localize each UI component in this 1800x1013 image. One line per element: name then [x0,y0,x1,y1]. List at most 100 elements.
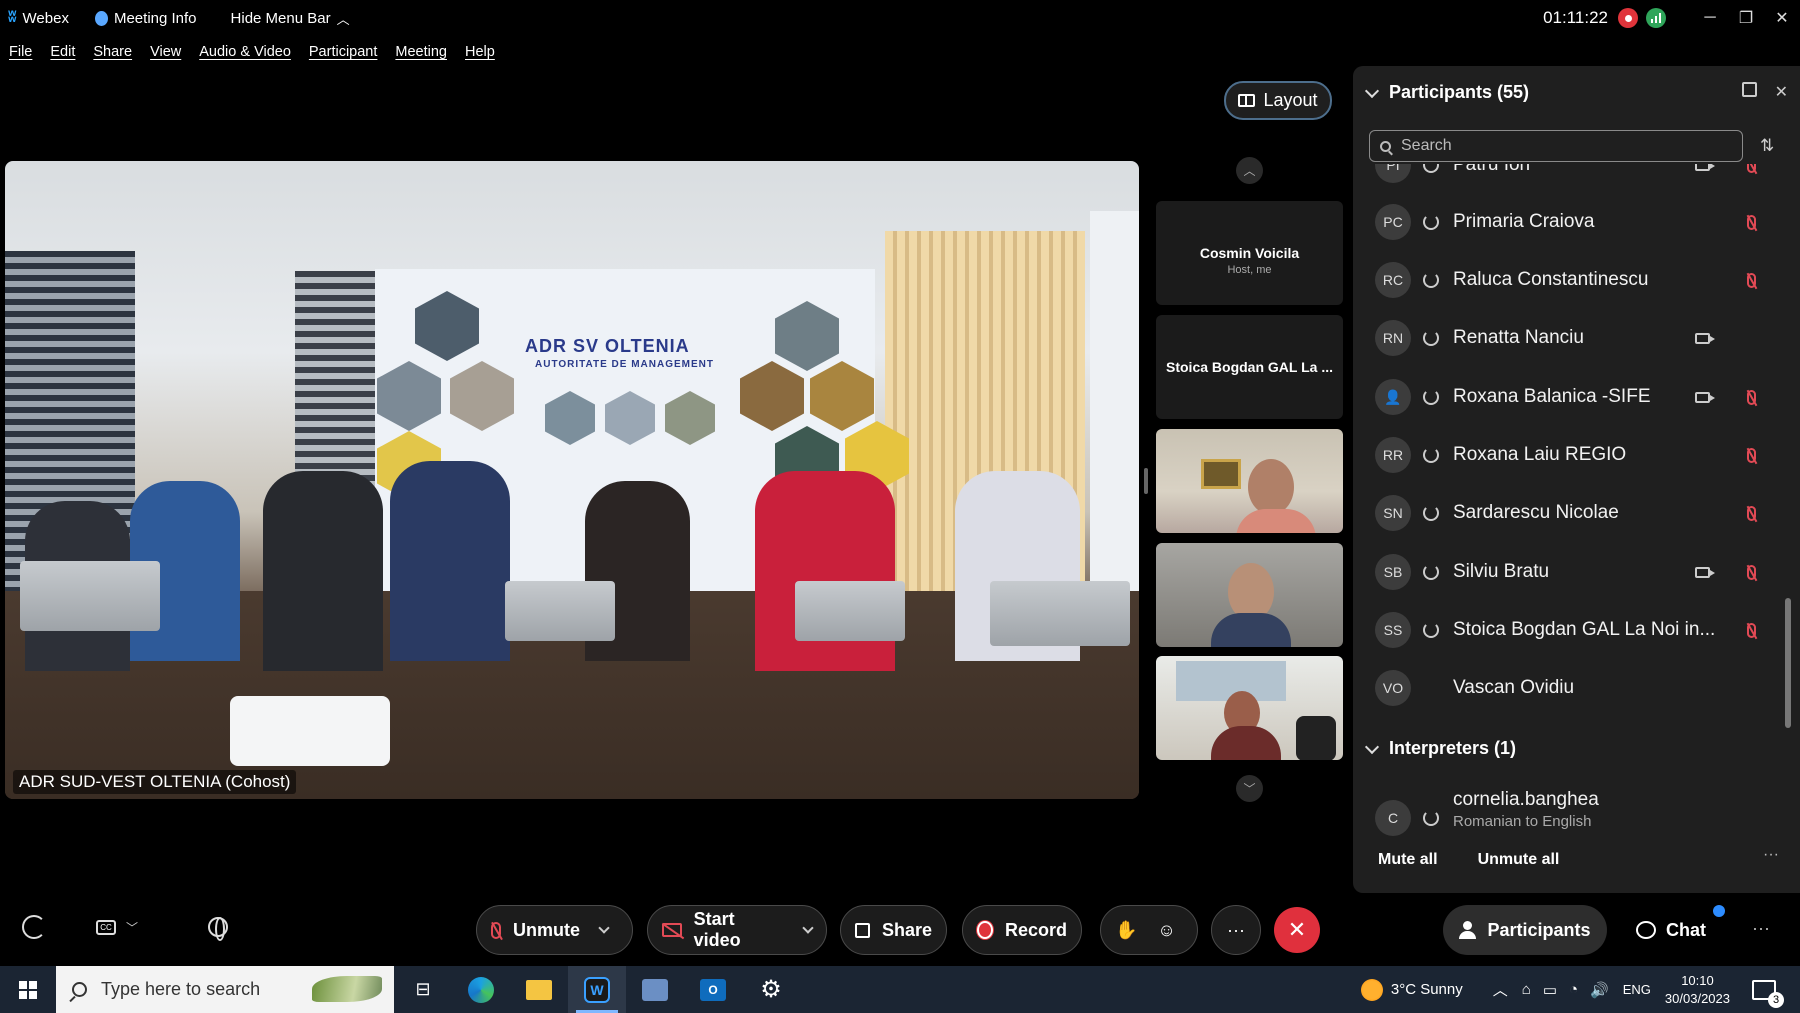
task-view-icon[interactable]: ⊟ [394,966,452,1013]
main-video-stage[interactable]: ADR SV OLTENIA AUTORITATE DE MANAGEMENT … [5,161,1139,799]
menu-participant[interactable]: Participant [309,44,378,60]
weather-text[interactable]: 3°C Sunny [1391,981,1463,998]
thumbnail-stoica-bogdan[interactable]: Stoica Bogdan GAL La ... [1156,315,1343,419]
layout-button[interactable]: Layout [1224,81,1332,120]
more-controls-icon[interactable]: ··· [1211,905,1261,955]
projector [230,696,390,766]
menu-meeting[interactable]: Meeting [395,44,447,60]
mute-all-button[interactable]: Mute all [1378,851,1438,869]
clock-date: 30/03/2023 [1664,990,1730,1006]
clock-time: 10:10 [1681,972,1714,988]
participant-row[interactable]: SS Stoica Bogdan GAL La Noi in... [1353,601,1793,659]
battery-icon[interactable]: ▭ [1543,981,1557,999]
video-camera-icon [1695,164,1715,171]
participant-row[interactable]: 👤 Roxana Balanica -SIFE [1353,368,1793,426]
participant-row[interactable]: PC Primaria Craiova [1353,193,1793,251]
participant-search-input[interactable]: Search [1369,130,1743,162]
show-hidden-icons-icon[interactable]: ︿ [1493,979,1508,1000]
participants-button[interactable]: Participants [1443,905,1607,955]
attendee [390,461,510,661]
participant-name: Patru Ion [1453,164,1531,175]
participant-row[interactable]: RR Roxana Laiu REGIO [1353,426,1793,484]
menu-file[interactable]: File [9,44,32,60]
edge-browser-icon[interactable] [452,966,510,1013]
participant-name: Vascan Ovidiu [1453,677,1575,698]
unmute-button[interactable]: Unmute [476,905,633,955]
participant-row[interactable]: VO Vascan Ovidiu [1353,659,1793,717]
participant-row[interactable]: SB Silviu Bratu [1353,543,1793,601]
closed-captions-icon[interactable]: CC [96,919,116,935]
close-panel-icon[interactable]: ✕ [1775,82,1788,102]
menu-help[interactable]: Help [465,44,495,60]
start-video-button[interactable]: Start video [647,905,827,955]
sort-icon[interactable]: ⇅ [1760,136,1774,156]
raise-hand-icon[interactable]: ✋ [1115,920,1137,941]
menu-audio-video[interactable]: Audio & Video [199,44,291,60]
microphone-muted-icon[interactable] [1747,505,1756,521]
panel-scrollbar[interactable] [1785,178,1791,743]
share-button[interactable]: Share [840,905,947,955]
minimize-icon[interactable]: ─ [1692,0,1728,36]
chevron-down-icon[interactable]: ﹀ [126,919,138,936]
participant-row[interactable]: PI Patru Ion [1353,164,1793,194]
notification-center-icon[interactable]: 3 [1752,979,1784,1008]
more-options-icon[interactable]: ··· [1763,846,1779,864]
apps-icon[interactable] [22,915,46,939]
thumbnail-cosmin-voicila[interactable]: Cosmin Voicila Host, me [1156,201,1343,305]
taskbar-clock[interactable]: 10:10 30/03/2023 [1665,972,1730,1008]
chevron-down-icon[interactable] [802,922,814,934]
thumbnail-video[interactable] [1156,656,1343,760]
microphone-muted-icon[interactable] [1747,389,1756,405]
weather-sun-icon[interactable] [1360,978,1383,1001]
interpreter-row[interactable]: C cornelia.banghea Romanian to English [1353,789,1793,847]
reactions-icon[interactable]: ☺ [1157,920,1175,941]
network-health-icon[interactable] [1646,8,1666,28]
microphone-muted-icon[interactable] [1747,272,1756,288]
settings-gear-icon[interactable]: ⚙ [742,966,800,1013]
chevron-down-icon[interactable]: ﹀ [1236,775,1263,802]
chat-button[interactable]: Chat [1636,905,1706,955]
language-globe-icon[interactable] [208,917,229,941]
microphone-muted-icon[interactable] [1747,214,1756,230]
menu-edit[interactable]: Edit [50,44,75,60]
record-button[interactable]: Record [962,905,1082,955]
scrollbar-thumb[interactable] [1785,598,1791,728]
microphone-muted-icon[interactable] [1747,164,1756,173]
meeting-info-button[interactable]: Meeting Info [94,10,197,27]
thumbnail-video[interactable] [1156,429,1343,533]
interpreters-header[interactable]: Interpreters (1) [1364,738,1516,759]
thumbnail-video[interactable] [1156,543,1343,647]
chevron-down-icon[interactable] [598,922,610,934]
participant-row[interactable]: RN Renatta Nanciu [1353,309,1793,367]
language-indicator[interactable]: ENG [1623,982,1651,997]
participants-header[interactable]: Participants (55) [1364,82,1530,103]
volume-icon[interactable]: 🔊 [1590,981,1609,999]
app-window-icon[interactable] [626,966,684,1013]
menu-view[interactable]: View [150,44,181,60]
file-explorer-icon[interactable] [510,966,568,1013]
chevron-up-icon[interactable]: ︿ [1236,157,1263,184]
participant-row[interactable]: SN Sardarescu Nicolae [1353,484,1793,542]
resize-handle[interactable] [1144,468,1148,494]
restore-icon[interactable]: ❐ [1728,0,1764,36]
devices-icon[interactable]: ⌂ [1522,981,1531,998]
microphone-muted-icon[interactable] [1747,447,1756,463]
outlook-icon[interactable]: O [684,966,742,1013]
menu-share[interactable]: Share [93,44,132,60]
participants-title: Participants (55) [1389,82,1530,102]
taskbar-search-box[interactable]: Type here to search [56,966,394,1013]
close-window-icon[interactable]: ✕ [1764,0,1800,36]
unmute-label: Unmute [513,919,580,940]
webex-taskbar-icon[interactable]: W [568,966,626,1013]
hide-menu-bar-button[interactable]: Hide Menu Bar ︿ [231,9,350,28]
unmute-all-button[interactable]: Unmute all [1478,851,1560,869]
pop-out-icon[interactable] [1741,82,1757,97]
wifi-icon[interactable]: ◔ [1569,981,1578,998]
recording-indicator-icon[interactable] [1618,8,1638,28]
microphone-muted-icon[interactable] [1747,564,1756,580]
more-options-icon[interactable]: ··· [1752,918,1770,939]
start-button[interactable] [0,966,56,1013]
leave-meeting-button[interactable]: ✕ [1274,907,1320,953]
microphone-muted-icon[interactable] [1747,622,1756,638]
participant-row[interactable]: RC Raluca Constantinescu [1353,251,1793,309]
